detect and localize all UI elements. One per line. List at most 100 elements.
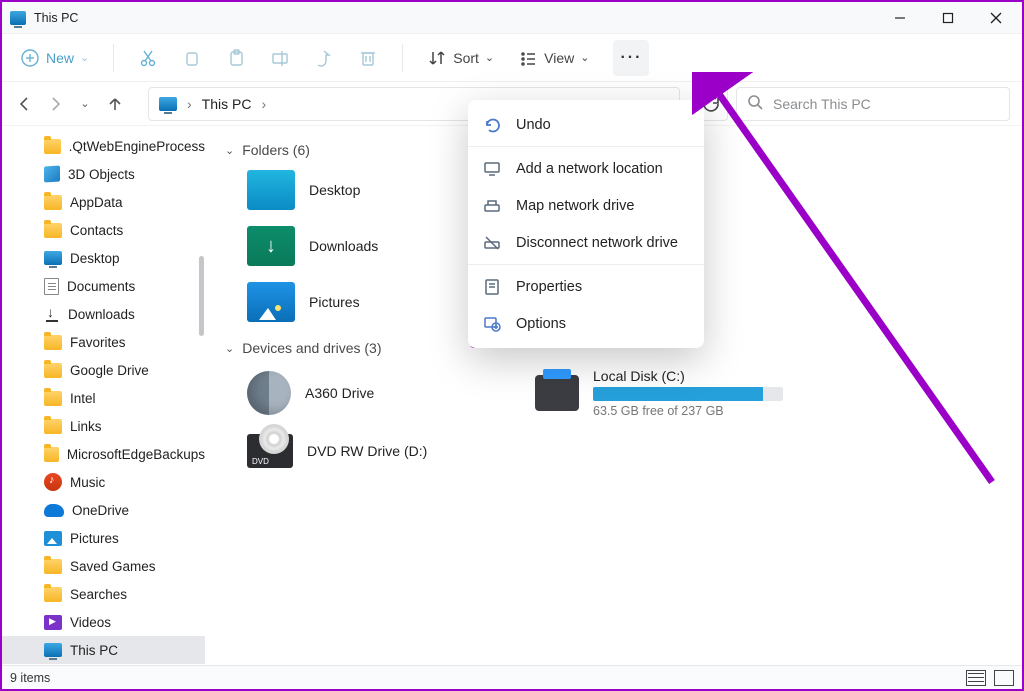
- rename-icon[interactable]: [270, 48, 290, 68]
- chevron-down-icon: ⌄: [485, 51, 494, 64]
- folder-icon: [44, 195, 62, 210]
- sidebar-item-label: Videos: [70, 615, 111, 630]
- search-placeholder: Search This PC: [773, 96, 871, 112]
- chevron-down-icon: ⌄: [225, 144, 234, 157]
- sidebar-item-label: AppData: [70, 195, 123, 210]
- new-button[interactable]: New ⌄: [20, 48, 89, 68]
- menu-options[interactable]: Options: [468, 305, 704, 342]
- menu-separator: [468, 146, 704, 147]
- drive-dvd[interactable]: DVD RW Drive (D:): [247, 434, 487, 468]
- drive-name: Local Disk (C:): [593, 368, 783, 384]
- sidebar-item-videos[interactable]: Videos: [2, 608, 205, 636]
- sidebar-item-label: Searches: [70, 587, 127, 602]
- sidebar-item-links[interactable]: Links: [2, 412, 205, 440]
- minimize-button[interactable]: [890, 8, 910, 28]
- folder-icon: [44, 391, 62, 406]
- search-input[interactable]: Search This PC: [736, 87, 1010, 121]
- statusbar: 9 items: [2, 665, 1022, 689]
- sidebar-item-saved-games[interactable]: Saved Games: [2, 552, 205, 580]
- folder-icon: [44, 559, 62, 574]
- videos-icon: [44, 615, 62, 630]
- sidebar-item-searches[interactable]: Searches: [2, 580, 205, 608]
- sidebar-item-intel[interactable]: Intel: [2, 384, 205, 412]
- paste-icon[interactable]: [226, 48, 246, 68]
- desktop-folder-icon: [247, 170, 295, 210]
- chevron-down-icon: ⌄: [80, 51, 89, 64]
- sidebar-item-label: Documents: [67, 279, 135, 294]
- drive-local-c[interactable]: Local Disk (C:) 63.5 GB free of 237 GB: [535, 368, 835, 418]
- breadcrumb-location[interactable]: This PC: [202, 96, 252, 112]
- folder-icon: [44, 223, 62, 238]
- sidebar-item-3d-objects[interactable]: 3D Objects: [2, 160, 205, 188]
- this-pc-icon: [10, 11, 26, 25]
- sidebar-item-label: This PC: [70, 643, 118, 658]
- back-button[interactable]: [14, 93, 36, 115]
- item-label: A360 Drive: [305, 385, 374, 401]
- sidebar-item--qtwebengineprocess[interactable]: .QtWebEngineProcess: [2, 132, 205, 160]
- menu-map-network-drive[interactable]: Map network drive: [468, 187, 704, 224]
- drive-usage-bar: [593, 387, 783, 401]
- sidebar-item-onedrive[interactable]: OneDrive: [2, 496, 205, 524]
- forward-button[interactable]: [44, 93, 66, 115]
- plus-circle-icon: [20, 48, 40, 68]
- up-button[interactable]: [104, 93, 126, 115]
- disconnect-drive-icon: [482, 233, 502, 253]
- folder-pictures[interactable]: Pictures: [247, 282, 487, 322]
- 3d-objects-icon: [44, 165, 60, 182]
- item-label: DVD RW Drive (D:): [307, 443, 427, 459]
- close-button[interactable]: [986, 8, 1006, 28]
- scrollbar-thumb[interactable]: [199, 256, 204, 336]
- drive-a360[interactable]: A360 Drive: [247, 368, 487, 418]
- options-icon: [482, 314, 502, 334]
- folder-downloads[interactable]: ↓Downloads: [247, 226, 487, 266]
- sidebar-item-music[interactable]: Music: [2, 468, 205, 496]
- sidebar-item-favorites[interactable]: Favorites: [2, 328, 205, 356]
- cut-icon[interactable]: [138, 48, 158, 68]
- a360-drive-icon: [247, 371, 291, 415]
- menu-label: Properties: [516, 279, 582, 295]
- menu-undo[interactable]: Undo: [468, 106, 704, 143]
- maximize-button[interactable]: [938, 8, 958, 28]
- menu-add-network-location[interactable]: Add a network location: [468, 150, 704, 187]
- sidebar-item-label: Links: [70, 419, 102, 434]
- delete-icon[interactable]: [358, 48, 378, 68]
- view-button[interactable]: View ⌄: [518, 48, 589, 68]
- menu-disconnect-network-drive[interactable]: Disconnect network drive: [468, 224, 704, 261]
- sidebar-item-label: Saved Games: [70, 559, 156, 574]
- sidebar-item-label: Downloads: [68, 307, 135, 322]
- sidebar-item-label: MicrosoftEdgeBackups: [67, 447, 205, 462]
- titlebar: This PC: [2, 2, 1022, 34]
- share-icon[interactable]: [314, 48, 334, 68]
- folder-icon: [44, 139, 61, 154]
- more-button[interactable]: ···: [613, 40, 649, 76]
- sidebar[interactable]: .QtWebEngineProcess3D Objects AppData Cont…: [2, 126, 205, 686]
- folder-desktop[interactable]: Desktop: [247, 170, 487, 210]
- status-text: 9 items: [10, 671, 50, 685]
- view-icon: [518, 48, 538, 68]
- copy-icon[interactable]: [182, 48, 202, 68]
- sidebar-item-documents[interactable]: Documents: [2, 272, 205, 300]
- sidebar-item-google-drive[interactable]: Google Drive: [2, 356, 205, 384]
- downloads-icon: [44, 306, 60, 322]
- sidebar-item-this-pc[interactable]: This PC: [2, 636, 205, 664]
- sort-icon: [427, 48, 447, 68]
- sidebar-item-label: Pictures: [70, 531, 119, 546]
- sidebar-item-microsoftedgebackups[interactable]: MicrosoftEdgeBackups: [2, 440, 205, 468]
- pictures-folder-icon: [247, 282, 295, 322]
- sidebar-item-contacts[interactable]: Contacts: [2, 216, 205, 244]
- menu-properties[interactable]: Properties: [468, 268, 704, 305]
- sidebar-item-appdata[interactable]: AppData: [2, 188, 205, 216]
- sidebar-item-desktop[interactable]: Desktop: [2, 244, 205, 272]
- view-details-toggle[interactable]: [966, 670, 986, 686]
- view-thumbnails-toggle[interactable]: [994, 670, 1014, 686]
- sort-button[interactable]: Sort ⌄: [427, 48, 494, 68]
- menu-label: Map network drive: [516, 198, 634, 214]
- monitor-icon: [44, 251, 62, 265]
- history-dropdown[interactable]: ⌄: [74, 93, 96, 115]
- sidebar-item-downloads[interactable]: Downloads: [2, 300, 205, 328]
- drive-free-text: 63.5 GB free of 237 GB: [593, 404, 783, 418]
- drives-label: Devices and drives (3): [242, 340, 381, 356]
- menu-label: Undo: [516, 117, 551, 133]
- sidebar-item-label: Contacts: [70, 223, 123, 238]
- sidebar-item-pictures[interactable]: Pictures: [2, 524, 205, 552]
